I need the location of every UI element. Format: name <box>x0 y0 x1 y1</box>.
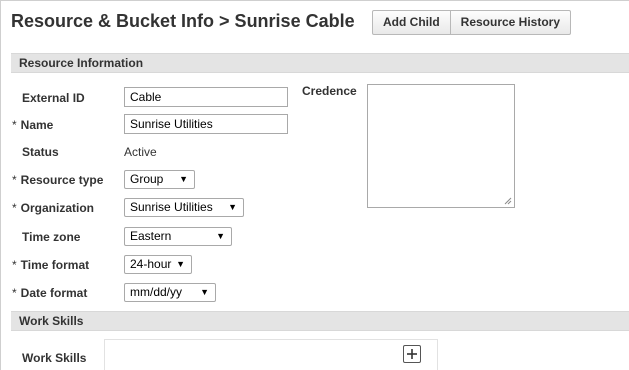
organization-label: Organization <box>20 201 95 215</box>
organization-select[interactable]: Sunrise Utilities ▼ <box>124 198 244 217</box>
dropdown-arrow-icon: ▼ <box>216 231 225 241</box>
resource-history-button[interactable]: Resource History <box>449 11 570 34</box>
credence-textarea[interactable] <box>367 84 515 208</box>
section-resource-information: Resource Information <box>11 53 629 73</box>
status-row: Status Active <box>11 141 301 163</box>
time-format-select[interactable]: 24-hour ▼ <box>124 255 192 274</box>
dropdown-arrow-icon: ▼ <box>179 174 188 184</box>
date-format-row: * Date format mm/dd/yy ▼ <box>11 282 301 304</box>
time-zone-label: Time zone <box>22 230 81 244</box>
time-zone-select[interactable]: Eastern ▼ <box>124 227 232 246</box>
date-format-selected: mm/dd/yy <box>130 285 183 299</box>
time-format-label-wrap: * Time format <box>12 258 89 272</box>
time-format-row: * Time format 24-hour ▼ <box>11 254 301 276</box>
dropdown-arrow-icon: ▼ <box>176 259 185 269</box>
time-format-label: Time format <box>20 258 90 272</box>
resource-type-select[interactable]: Group ▼ <box>124 170 195 189</box>
name-row: * Name Sunrise Utilities <box>11 114 301 136</box>
required-marker: * <box>12 173 17 187</box>
required-marker: * <box>12 201 17 215</box>
status-label: Status <box>22 145 59 159</box>
name-label-wrap: * Name <box>12 118 53 132</box>
organization-row: * Organization Sunrise Utilities ▼ <box>11 197 301 219</box>
date-format-select[interactable]: mm/dd/yy ▼ <box>124 283 216 302</box>
page-title: Resource & Bucket Info > Sunrise Cable <box>11 11 355 31</box>
time-zone-selected: Eastern <box>130 229 172 243</box>
time-format-selected: 24-hour <box>130 257 172 271</box>
resource-type-row: * Resource type Group ▼ <box>11 169 301 191</box>
work-skills-row: Work Skills <box>11 339 438 370</box>
header: Resource & Bucket Info > Sunrise Cable A… <box>1 1 629 45</box>
plus-icon <box>407 349 417 359</box>
required-marker: * <box>12 286 17 300</box>
resource-type-selected: Group <box>130 172 164 186</box>
resource-type-label-wrap: * Resource type <box>12 173 103 187</box>
external-id-row: External ID Cable <box>11 87 301 109</box>
dropdown-arrow-icon: ▼ <box>228 202 237 212</box>
required-marker: * <box>12 258 17 272</box>
date-format-label: Date format <box>20 286 88 300</box>
organization-label-wrap: * Organization <box>12 201 94 215</box>
work-skills-field <box>104 339 438 370</box>
resource-type-label: Resource type <box>20 173 104 187</box>
add-work-skill-button[interactable] <box>403 345 421 363</box>
time-zone-row: Time zone Eastern ▼ <box>11 226 301 248</box>
header-button-group: Add Child Resource History <box>372 10 572 35</box>
name-label: Name <box>20 118 54 132</box>
required-marker: * <box>12 118 17 132</box>
status-value: Active <box>124 145 157 159</box>
resize-grip-icon[interactable] <box>504 197 512 205</box>
credence-label: Credence <box>302 84 357 98</box>
section-work-skills: Work Skills <box>11 311 629 331</box>
date-format-label-wrap: * Date format <box>12 286 87 300</box>
work-skills-label: Work Skills <box>22 351 87 365</box>
name-input[interactable]: Sunrise Utilities <box>124 114 288 134</box>
add-child-button[interactable]: Add Child <box>373 11 450 34</box>
external-id-label: External ID <box>22 91 85 105</box>
external-id-input[interactable]: Cable <box>124 87 288 107</box>
resource-info-panel: Resource & Bucket Info > Sunrise Cable A… <box>0 0 629 370</box>
dropdown-arrow-icon: ▼ <box>200 287 209 297</box>
organization-selected: Sunrise Utilities <box>130 200 213 214</box>
